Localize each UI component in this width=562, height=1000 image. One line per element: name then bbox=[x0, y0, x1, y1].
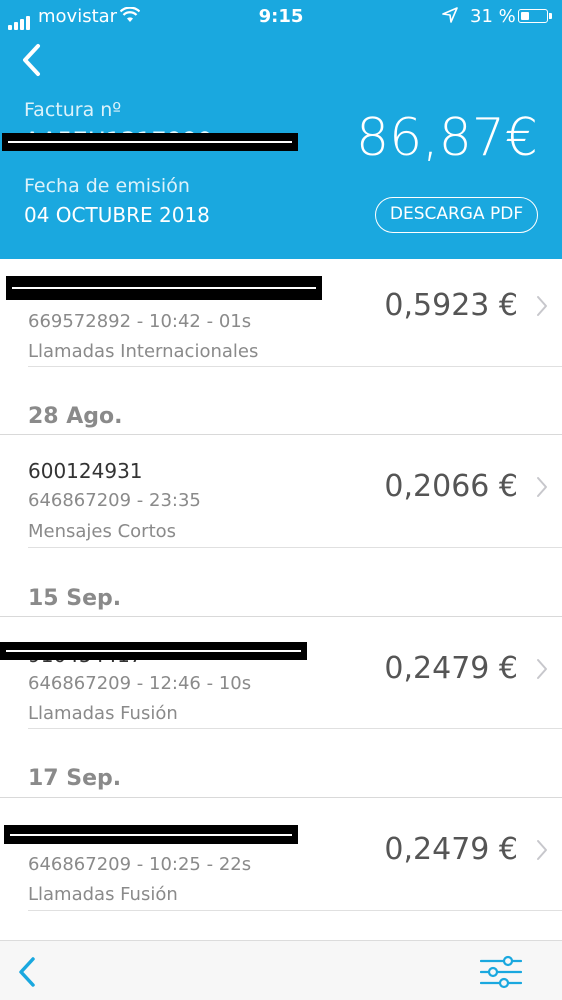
entry-number: 600124931 bbox=[28, 459, 143, 483]
entry-meta: 646867209 - 10:25 - 22s bbox=[28, 854, 252, 875]
issue-date-value: 04 OCTUBRE 2018 bbox=[24, 203, 210, 227]
redaction-bar bbox=[0, 642, 307, 660]
divider bbox=[28, 728, 562, 729]
entry-price: 0,5923 € bbox=[384, 288, 518, 323]
chevron-right-icon bbox=[536, 476, 548, 502]
issue-date-label: Fecha de emisión bbox=[24, 175, 190, 197]
divider bbox=[28, 910, 562, 911]
chevron-right-icon bbox=[536, 658, 548, 684]
back-button[interactable] bbox=[18, 40, 46, 84]
entry-type: Llamadas Fusión bbox=[28, 703, 178, 724]
redaction-bar bbox=[2, 133, 298, 151]
invoice-number-label: Factura nº bbox=[24, 99, 122, 121]
location-arrow-icon bbox=[442, 7, 458, 28]
chevron-right-icon bbox=[536, 295, 548, 321]
entry-meta: 646867209 - 12:46 - 10s bbox=[28, 673, 252, 694]
entry-meta: 646867209 - 23:35 bbox=[28, 490, 201, 511]
date-header: 17 Sep. bbox=[28, 766, 122, 791]
chevron-left-icon bbox=[23, 44, 40, 76]
redaction-bar bbox=[4, 825, 298, 844]
list-item[interactable]: 600124931 646867209 - 23:35 Mensajes Cor… bbox=[0, 435, 562, 547]
list-item[interactable]: 910454417 646867209 - 12:46 - 10s Llamad… bbox=[0, 617, 562, 728]
entry-price: 0,2066 € bbox=[384, 469, 518, 504]
chevron-left-icon bbox=[19, 957, 35, 987]
list-item[interactable]: 001674611896457 669572892 - 10:42 - 01s … bbox=[0, 259, 562, 367]
entry-price: 0,2479 € bbox=[384, 651, 518, 686]
download-pdf-button[interactable]: DESCARGA PDF bbox=[375, 197, 538, 233]
date-header: 28 Ago. bbox=[28, 404, 123, 429]
invoice-header: movistar 9:15 31 % Factura nº AA57U13179… bbox=[0, 0, 562, 259]
entry-meta: 669572892 - 10:42 - 01s bbox=[28, 311, 252, 332]
status-bar: movistar 9:15 31 % bbox=[0, 6, 562, 30]
entry-price: 0,2479 € bbox=[384, 832, 518, 867]
battery-percent: 31 % bbox=[470, 6, 516, 27]
entry-type: Llamadas Fusión bbox=[28, 884, 178, 905]
date-header: 15 Sep. bbox=[28, 586, 122, 611]
entry-type: Mensajes Cortos bbox=[28, 521, 177, 542]
entry-type: Llamadas Internacionales bbox=[28, 341, 259, 362]
divider bbox=[28, 366, 562, 367]
bottom-back-button[interactable] bbox=[14, 955, 40, 993]
filter-button[interactable] bbox=[479, 955, 523, 993]
redaction-bar bbox=[6, 276, 322, 300]
chevron-right-icon bbox=[536, 839, 548, 865]
bottom-toolbar bbox=[0, 940, 562, 1000]
sliders-icon bbox=[479, 955, 523, 989]
list-item[interactable]: 911972001 646867209 - 10:25 - 22s Llamad… bbox=[0, 798, 562, 910]
battery-icon bbox=[518, 9, 552, 23]
divider bbox=[28, 547, 562, 548]
invoice-total: 86,87€ bbox=[356, 108, 538, 168]
